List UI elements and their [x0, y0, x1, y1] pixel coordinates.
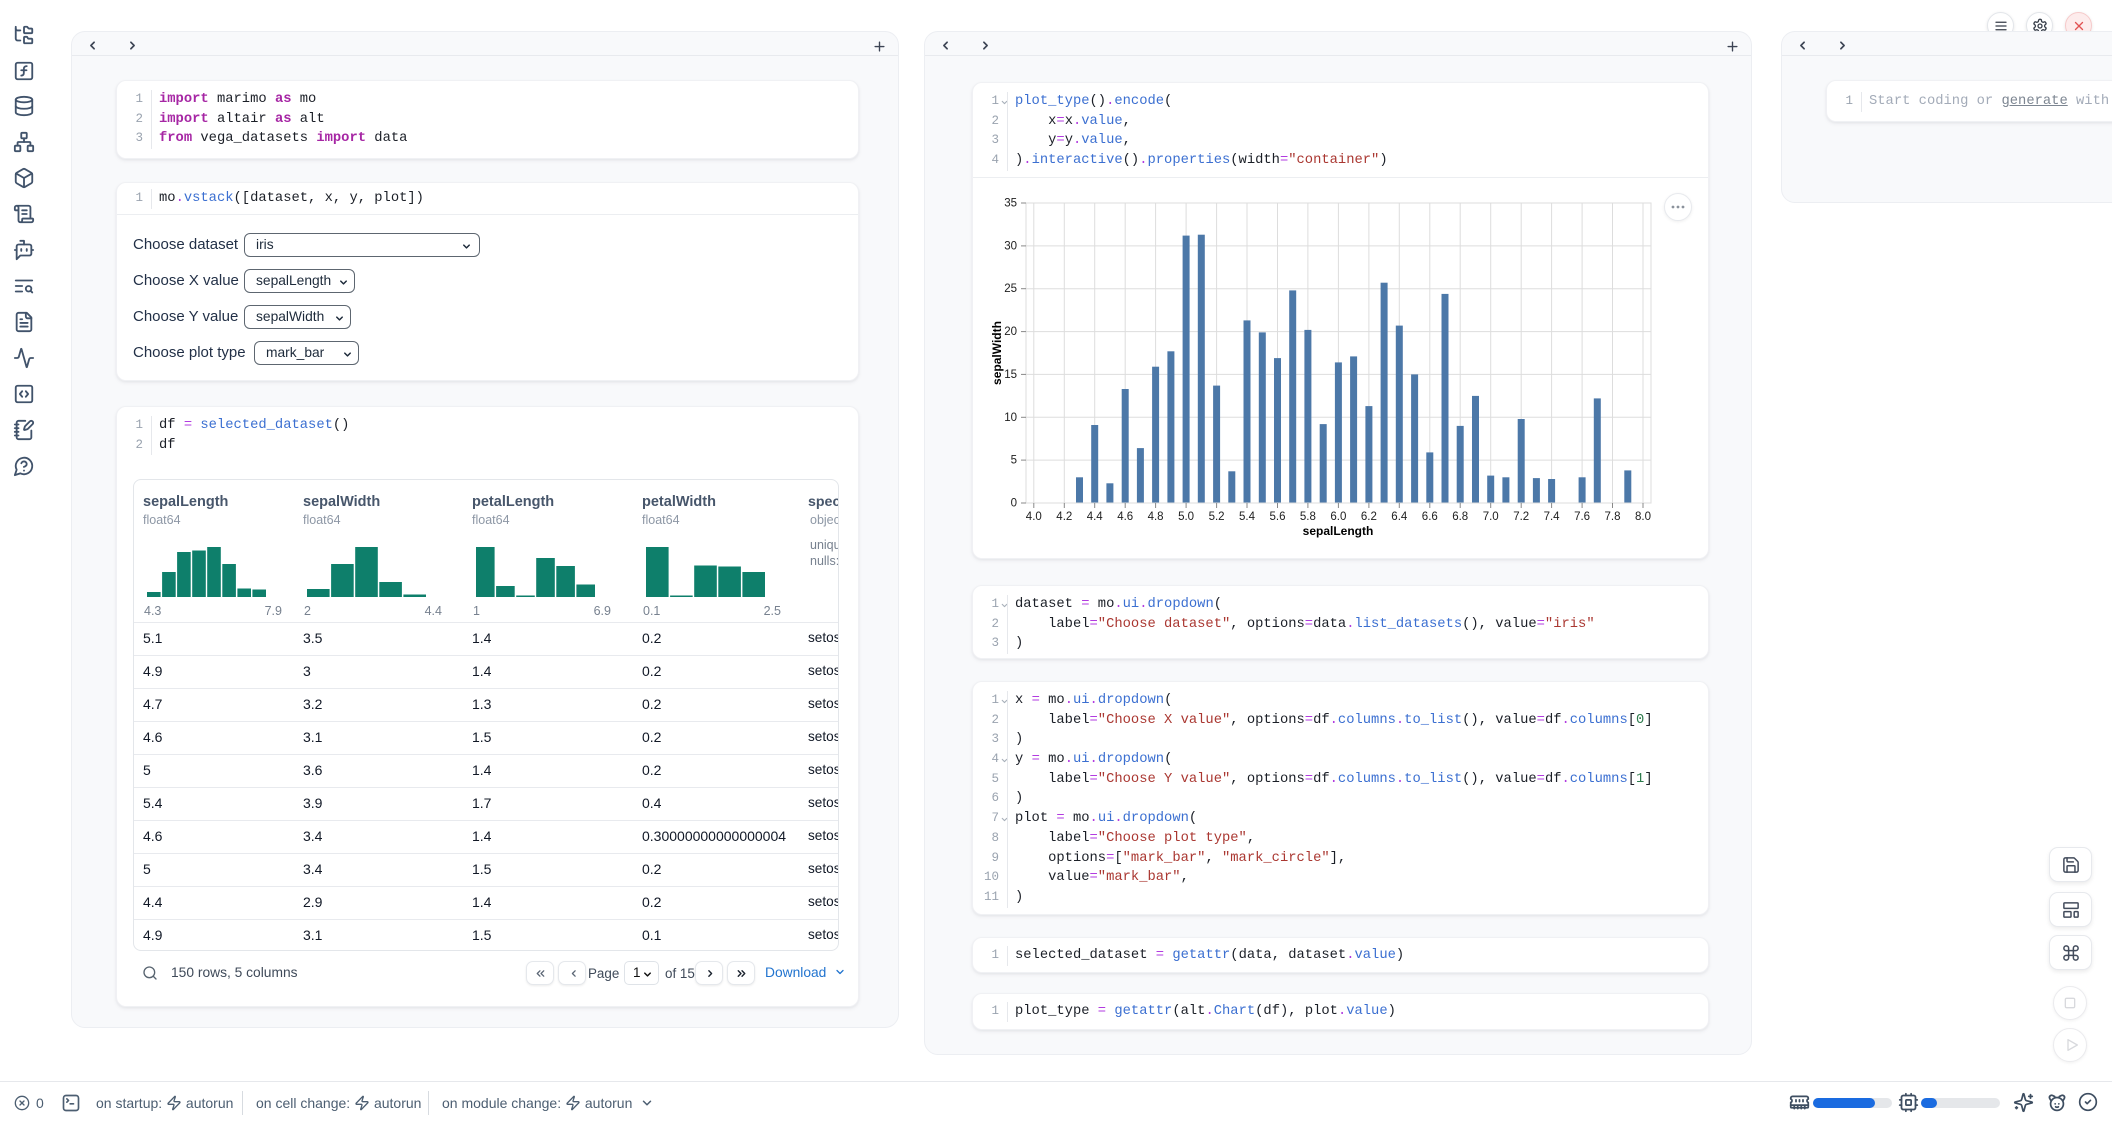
svg-text:25: 25: [1004, 283, 1017, 295]
svg-text:7.6: 7.6: [1574, 511, 1590, 523]
svg-text:6.2: 6.2: [1361, 511, 1377, 523]
svg-text:0: 0: [1011, 498, 1017, 510]
svg-text:7.4: 7.4: [1544, 511, 1561, 523]
svg-text:7.2: 7.2: [1513, 511, 1529, 523]
svg-text:4.2: 4.2: [1056, 511, 1072, 523]
svg-text:6.0: 6.0: [1330, 511, 1346, 523]
svg-text:6.4: 6.4: [1391, 511, 1408, 523]
svg-text:4.4: 4.4: [1087, 511, 1104, 523]
svg-text:5.2: 5.2: [1209, 511, 1225, 523]
svg-text:4.6: 4.6: [1117, 511, 1133, 523]
svg-text:20: 20: [1004, 326, 1017, 338]
svg-text:4.0: 4.0: [1026, 511, 1042, 523]
svg-text:15: 15: [1004, 369, 1017, 381]
svg-text:30: 30: [1004, 240, 1017, 252]
svg-text:5: 5: [1011, 455, 1017, 467]
svg-text:8.0: 8.0: [1635, 511, 1651, 523]
svg-text:4.8: 4.8: [1148, 511, 1164, 523]
svg-text:35: 35: [1004, 198, 1017, 210]
svg-text:5.8: 5.8: [1300, 511, 1316, 523]
svg-text:6.8: 6.8: [1452, 511, 1468, 523]
svg-text:sepalLength: sepalLength: [1303, 524, 1374, 538]
svg-text:7.0: 7.0: [1483, 511, 1499, 523]
svg-text:sepalWidth: sepalWidth: [990, 321, 1004, 385]
svg-text:10: 10: [1004, 412, 1017, 424]
svg-text:5.4: 5.4: [1239, 511, 1256, 523]
svg-text:5.6: 5.6: [1270, 511, 1286, 523]
svg-text:6.6: 6.6: [1422, 511, 1438, 523]
svg-text:7.8: 7.8: [1605, 511, 1621, 523]
svg-text:5.0: 5.0: [1178, 511, 1194, 523]
